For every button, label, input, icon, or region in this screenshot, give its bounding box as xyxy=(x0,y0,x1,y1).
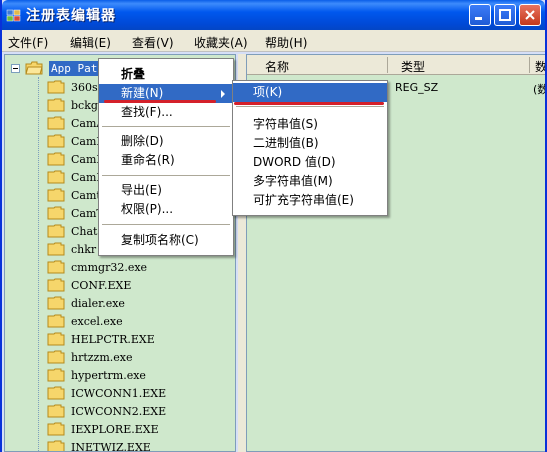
menu-view[interactable]: 查看(V) xyxy=(132,34,174,51)
collapse-icon[interactable] xyxy=(11,64,20,73)
registry-editor-window: 注册表编辑器 文件(F) 编辑(E) 查看(V) 收藏夹(A) 帮助(H) Ap… xyxy=(0,0,547,452)
menu-item-permissions[interactable]: 权限(P)... xyxy=(99,200,233,219)
minimize-icon xyxy=(475,17,482,20)
window-title: 注册表编辑器 xyxy=(26,8,116,24)
submenu-item-expandable-string-value[interactable]: 可扩充字符串值(E) xyxy=(233,191,387,210)
tree-item-label: HELPCTR.EXE xyxy=(71,333,155,346)
submenu-item-binary-value[interactable]: 二进制值(B) xyxy=(233,134,387,153)
menu-file[interactable]: 文件(F) xyxy=(8,34,48,51)
list-cell-data: (数 xyxy=(533,83,547,96)
folder-icon xyxy=(47,422,65,436)
tree-item-label: hypertrm.exe xyxy=(71,369,146,382)
menu-favorites[interactable]: 收藏夹(A) xyxy=(194,34,248,51)
folder-icon xyxy=(47,134,65,148)
menu-separator xyxy=(102,126,230,127)
column-header-type[interactable]: 类型 xyxy=(401,58,425,75)
folder-icon xyxy=(47,350,65,364)
menu-separator xyxy=(102,224,230,225)
tree-item-label: ICWCONN2.EXE xyxy=(71,405,167,418)
submenu-item-dword-value[interactable]: DWORD 值(D) xyxy=(233,153,387,172)
menu-edit[interactable]: 编辑(E) xyxy=(70,34,111,51)
submenu-item-string-value[interactable]: 字符串值(S) xyxy=(233,115,387,134)
regedit-app-icon xyxy=(6,9,21,22)
menu-item-rename[interactable]: 重命名(R) xyxy=(99,151,233,170)
folder-icon xyxy=(47,224,65,238)
folder-icon xyxy=(47,242,65,256)
menu-item-find[interactable]: 查找(F)... xyxy=(99,103,233,122)
tree-item-label: excel.exe xyxy=(71,315,123,328)
menu-separator xyxy=(236,106,384,107)
annotation-underline-new xyxy=(104,100,216,103)
tree-item-label: Chat xyxy=(71,225,98,238)
list-cell-type: REG_SZ xyxy=(395,81,439,94)
menu-help[interactable]: 帮助(H) xyxy=(265,34,307,51)
folder-icon xyxy=(47,278,65,292)
folder-icon xyxy=(47,80,65,94)
folder-icon xyxy=(47,260,65,274)
column-separator[interactable] xyxy=(529,57,530,73)
submenu-arrow-icon xyxy=(221,90,225,98)
folder-icon xyxy=(47,368,65,382)
folder-icon xyxy=(47,206,65,220)
list-header: 名称 类型 数 xyxy=(247,55,545,75)
folder-icon xyxy=(47,152,65,166)
menu-item-copy-key-name[interactable]: 复制项名称(C) xyxy=(99,231,233,250)
submenu-item-key[interactable]: 项(K) xyxy=(233,83,387,102)
folder-open-icon xyxy=(25,61,43,75)
tree-item-label: dialer.exe xyxy=(71,297,125,310)
context-menu: 折叠 新建(N) 查找(F)... 删除(D) 重命名(R) 导出(E) 权限(… xyxy=(98,58,234,256)
menu-item-collapse[interactable]: 折叠 xyxy=(99,65,233,84)
menu-item-delete[interactable]: 删除(D) xyxy=(99,132,233,151)
tree-connector-line xyxy=(38,77,39,451)
tree-item-label: INETWIZ.EXE xyxy=(71,441,151,452)
tree-item-label: 360s xyxy=(71,81,98,94)
folder-icon xyxy=(47,188,65,202)
tree-item-label: hrtzzm.exe xyxy=(71,351,133,364)
close-button[interactable] xyxy=(519,4,541,26)
folder-icon xyxy=(47,296,65,310)
menu-separator xyxy=(102,175,230,176)
annotation-underline-key xyxy=(234,102,384,105)
tree-item-label: chkr xyxy=(71,243,97,256)
minimize-button[interactable] xyxy=(469,4,491,26)
title-bar[interactable]: 注册表编辑器 xyxy=(2,0,545,30)
column-header-name[interactable]: 名称 xyxy=(265,58,289,75)
tree-item-label: bckg xyxy=(71,99,98,112)
folder-icon xyxy=(47,386,65,400)
folder-icon xyxy=(47,440,65,451)
menu-item-export[interactable]: 导出(E) xyxy=(99,181,233,200)
maximize-icon xyxy=(499,9,511,21)
close-icon xyxy=(525,10,535,20)
folder-icon xyxy=(47,314,65,328)
menu-bar: 文件(F) 编辑(E) 查看(V) 收藏夹(A) 帮助(H) xyxy=(2,30,545,52)
tree-item-label: ICWCONN1.EXE xyxy=(71,387,167,400)
folder-icon xyxy=(47,98,65,112)
column-separator[interactable] xyxy=(387,57,388,73)
folder-icon xyxy=(47,170,65,184)
tree-item-label: IEXPLORE.EXE xyxy=(71,423,159,436)
maximize-button[interactable] xyxy=(494,4,516,26)
folder-icon xyxy=(47,332,65,346)
tree-item-label: cmmgr32.exe xyxy=(71,261,148,274)
folder-icon xyxy=(47,116,65,130)
tree-item-label: Camt xyxy=(71,189,101,202)
tree-item-label: CONF.EXE xyxy=(71,279,132,292)
column-header-data[interactable]: 数 xyxy=(535,58,545,75)
new-submenu: 项(K) 字符串值(S) 二进制值(B) DWORD 值(D) 多字符串值(M)… xyxy=(232,80,388,216)
folder-icon xyxy=(47,404,65,418)
submenu-item-multi-string-value[interactable]: 多字符串值(M) xyxy=(233,172,387,191)
